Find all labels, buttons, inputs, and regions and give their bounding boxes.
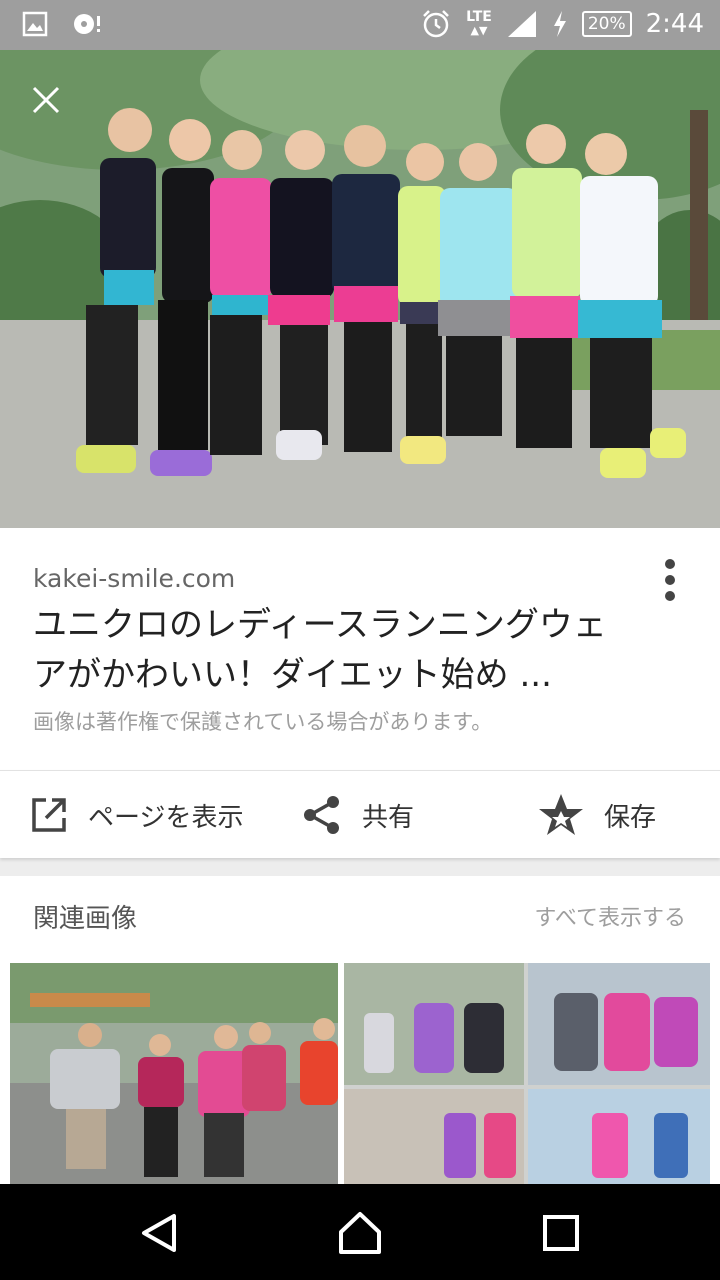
share-label: 共有 bbox=[362, 802, 415, 833]
open-in-new-icon bbox=[32, 798, 66, 832]
share-icon bbox=[304, 796, 339, 834]
save-label: 保存 bbox=[604, 802, 657, 833]
visit-page-label: ページを表示 bbox=[88, 802, 244, 833]
result-domain[interactable]: kakei-smile.com bbox=[33, 564, 235, 593]
back-icon[interactable] bbox=[136, 1208, 186, 1258]
more-options-icon[interactable] bbox=[654, 556, 686, 604]
signal-icon bbox=[507, 11, 536, 37]
result-image[interactable] bbox=[0, 50, 720, 528]
media-icon bbox=[74, 14, 100, 34]
navigation-bar bbox=[0, 1184, 720, 1280]
network-type: LTE ▲▼ bbox=[466, 9, 492, 37]
action-bar: ページを表示 共有 保存 bbox=[0, 770, 720, 858]
related-image-1[interactable] bbox=[10, 963, 338, 1184]
result-title[interactable]: ユニクロのレディースランニングウェアがかわいい！ダイエット始め ... bbox=[33, 600, 633, 700]
status-bar: LTE ▲▼ 20% 2:44 bbox=[0, 0, 720, 50]
related-images-title: 関連画像 bbox=[33, 904, 138, 934]
charging-icon bbox=[553, 11, 566, 37]
image-icon bbox=[22, 11, 48, 37]
alarm-icon bbox=[423, 10, 449, 38]
save-button[interactable]: 保存 bbox=[538, 771, 656, 859]
visit-page-button[interactable]: ページを表示 bbox=[30, 771, 243, 859]
battery-level: 20% bbox=[581, 11, 632, 37]
close-icon[interactable] bbox=[28, 82, 64, 118]
home-icon[interactable] bbox=[335, 1208, 385, 1258]
copyright-note: 画像は著作権で保護されている場合があります。 bbox=[33, 710, 493, 734]
clock: 2:44 bbox=[645, 9, 704, 39]
see-all-link[interactable]: すべて表示する bbox=[534, 900, 686, 932]
related-image-2[interactable] bbox=[344, 963, 710, 1184]
star-save-icon bbox=[539, 794, 583, 835]
recents-icon[interactable] bbox=[536, 1208, 586, 1258]
share-button[interactable]: 共有 bbox=[302, 771, 414, 859]
